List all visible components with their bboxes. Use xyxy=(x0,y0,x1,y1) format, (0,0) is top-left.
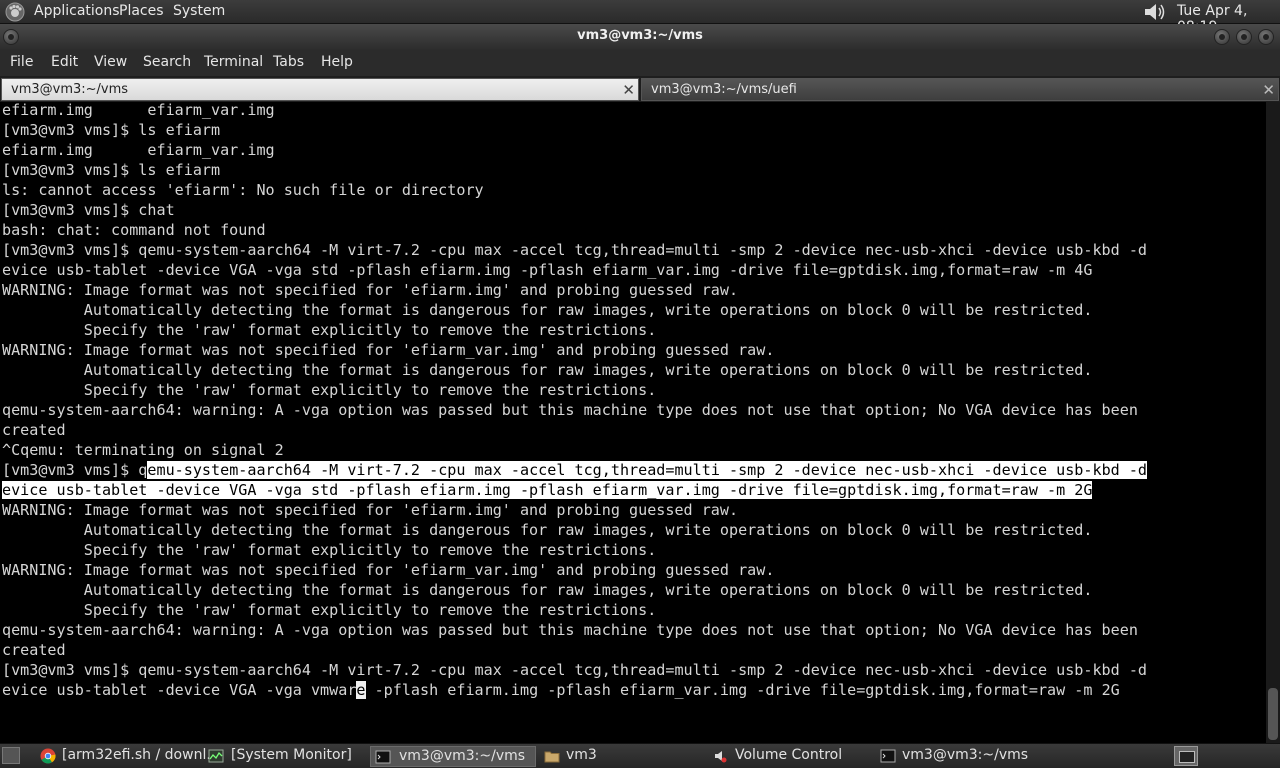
terminal-line: created xyxy=(2,421,66,439)
task-system-monitor[interactable]: [System Monitor] xyxy=(204,746,364,767)
prompt-text: [vm3@vm3 vms]$ q xyxy=(2,461,148,479)
terminal-line: Specify the 'raw' format explicitly to r… xyxy=(2,321,657,339)
volume-icon[interactable] xyxy=(1143,2,1167,22)
window-title: vm3@vm3:~/vms xyxy=(577,28,703,43)
text-cursor: e xyxy=(356,681,366,699)
menu-help[interactable]: Help xyxy=(321,54,353,70)
terminal-line: ls: cannot access 'efiarm': No such file… xyxy=(2,181,484,199)
task-chrome[interactable]: [arm32efi.sh / downl... xyxy=(36,746,220,767)
menubar: File Edit View Search Terminal Tabs Help xyxy=(0,50,1280,76)
terminal-input-line[interactable]: evice usb-tablet -device VGA -vga vmware… xyxy=(2,680,1147,700)
terminal-line: Automatically detecting the format is da… xyxy=(2,361,1093,379)
task-label: Volume Control xyxy=(735,747,843,763)
tab-label: vm3@vm3:~/vms xyxy=(11,82,129,97)
input-text-after-cursor: -pflash efiarm.img -pflash efiarm_var.im… xyxy=(365,681,1120,699)
task-label: vm3@vm3:~/vms xyxy=(902,747,1029,763)
terminal-line: [vm3@vm3 vms]$ ls efiarm xyxy=(2,161,221,179)
task-terminal-vms[interactable]: vm3@vm3:~/vms xyxy=(370,746,536,767)
input-text: evice usb-tablet -device VGA -vga vmwar xyxy=(2,681,357,699)
terminal-output[interactable]: efiarm.img efiarm_var.img [vm3@vm3 vms]$… xyxy=(0,102,1266,743)
task-volume-control[interactable]: Volume Control xyxy=(709,746,869,767)
tab-label: vm3@vm3:~/vms/uefi xyxy=(651,82,797,97)
system-monitor-icon xyxy=(208,749,224,763)
minimize-button[interactable] xyxy=(1214,29,1230,45)
menu-terminal[interactable]: Terminal xyxy=(204,54,263,70)
workspace-switcher[interactable] xyxy=(1174,746,1198,766)
menu-edit[interactable]: Edit xyxy=(51,54,78,70)
show-desktop-button[interactable] xyxy=(2,747,20,764)
terminal-line-with-selection: [vm3@vm3 vms]$ qemu-system-aarch64 -M vi… xyxy=(2,460,1147,480)
terminal-line: bash: chat: command not found xyxy=(2,221,266,239)
menu-places[interactable]: Places xyxy=(119,3,164,19)
terminal-line: WARNING: Image format was not specified … xyxy=(2,281,739,299)
task-label: [System Monitor] xyxy=(231,747,352,763)
menu-system[interactable]: System xyxy=(173,3,225,19)
terminal-line: Specify the 'raw' format explicitly to r… xyxy=(2,601,657,619)
tab-bar: vm3@vm3:~/vms ✕ vm3@vm3:~/vms/uefi ✕ xyxy=(0,76,1280,102)
terminal-line: [vm3@vm3 vms]$ ls efiarm xyxy=(2,121,221,139)
terminal-line: Specify the 'raw' format explicitly to r… xyxy=(2,381,657,399)
selected-text[interactable]: evice usb-tablet -device VGA -vga std -p… xyxy=(2,481,1093,499)
terminal-scrollbar[interactable] xyxy=(1266,102,1280,743)
gnome-foot-icon[interactable] xyxy=(5,2,25,22)
terminal-icon xyxy=(375,750,391,764)
volume-icon xyxy=(715,751,727,763)
menu-file[interactable]: File xyxy=(10,54,33,70)
menu-search[interactable]: Search xyxy=(143,54,191,70)
terminal-line: WARNING: Image format was not specified … xyxy=(2,501,739,519)
tab-vms[interactable]: vm3@vm3:~/vms ✕ xyxy=(1,78,639,101)
window-titlebar[interactable]: vm3@vm3:~/vms xyxy=(0,24,1280,50)
task-folder-vm3[interactable]: vm3 xyxy=(540,746,700,767)
maximize-button[interactable] xyxy=(1236,29,1252,45)
terminal-line: [vm3@vm3 vms]$ qemu-system-aarch64 -M vi… xyxy=(2,661,1147,679)
terminal-line-selected[interactable]: evice usb-tablet -device VGA -vga std -p… xyxy=(2,480,1147,500)
terminal-line: efiarm.img efiarm_var.img xyxy=(2,102,275,119)
scrollbar-thumb[interactable] xyxy=(1268,688,1278,740)
top-panel: Applications Places System Tue Apr 4, 08… xyxy=(0,0,1280,35)
terminal-line: created xyxy=(2,641,66,659)
terminal-line: WARNING: Image format was not specified … xyxy=(2,341,775,359)
bottom-taskbar: [arm32efi.sh / downl... [System Monitor]… xyxy=(0,743,1280,768)
menu-applications[interactable]: Applications xyxy=(34,3,120,19)
menu-view[interactable]: View xyxy=(94,54,127,70)
terminal-line: qemu-system-aarch64: warning: A -vga opt… xyxy=(2,401,1138,419)
terminal-line: ^Cqemu: terminating on signal 2 xyxy=(2,441,284,459)
terminal-line: efiarm.img efiarm_var.img xyxy=(2,141,275,159)
task-label: vm3@vm3:~/vms xyxy=(399,748,526,764)
close-tab-icon[interactable]: ✕ xyxy=(1262,81,1275,99)
terminal-line: Automatically detecting the format is da… xyxy=(2,301,1093,319)
terminal-icon xyxy=(880,749,896,763)
task-label: [arm32efi.sh / downl... xyxy=(62,747,220,763)
terminal-line: Automatically detecting the format is da… xyxy=(2,581,1093,599)
close-tab-icon[interactable]: ✕ xyxy=(622,81,635,99)
folder-icon xyxy=(544,751,560,763)
terminal-line: Specify the 'raw' format explicitly to r… xyxy=(2,541,657,559)
terminal-line: [vm3@vm3 vms]$ qemu-system-aarch64 -M vi… xyxy=(2,241,1147,259)
selected-text[interactable]: emu-system-aarch64 -M virt-7.2 -cpu max … xyxy=(147,461,1147,479)
terminal-line: WARNING: Image format was not specified … xyxy=(2,561,775,579)
menu-tabs[interactable]: Tabs xyxy=(273,54,304,70)
task-label: vm3 xyxy=(566,747,597,763)
task-terminal-vms-2[interactable]: vm3@vm3:~/vms xyxy=(876,746,1042,767)
chrome-icon xyxy=(40,748,56,764)
tab-uefi[interactable]: vm3@vm3:~/vms/uefi ✕ xyxy=(641,78,1279,101)
terminal-line: qemu-system-aarch64: warning: A -vga opt… xyxy=(2,621,1138,639)
close-window-button[interactable] xyxy=(1258,29,1274,45)
terminal-line: [vm3@vm3 vms]$ chat xyxy=(2,201,175,219)
terminal-line: Automatically detecting the format is da… xyxy=(2,521,1093,539)
terminal-line: evice usb-tablet -device VGA -vga std -p… xyxy=(2,261,1093,279)
